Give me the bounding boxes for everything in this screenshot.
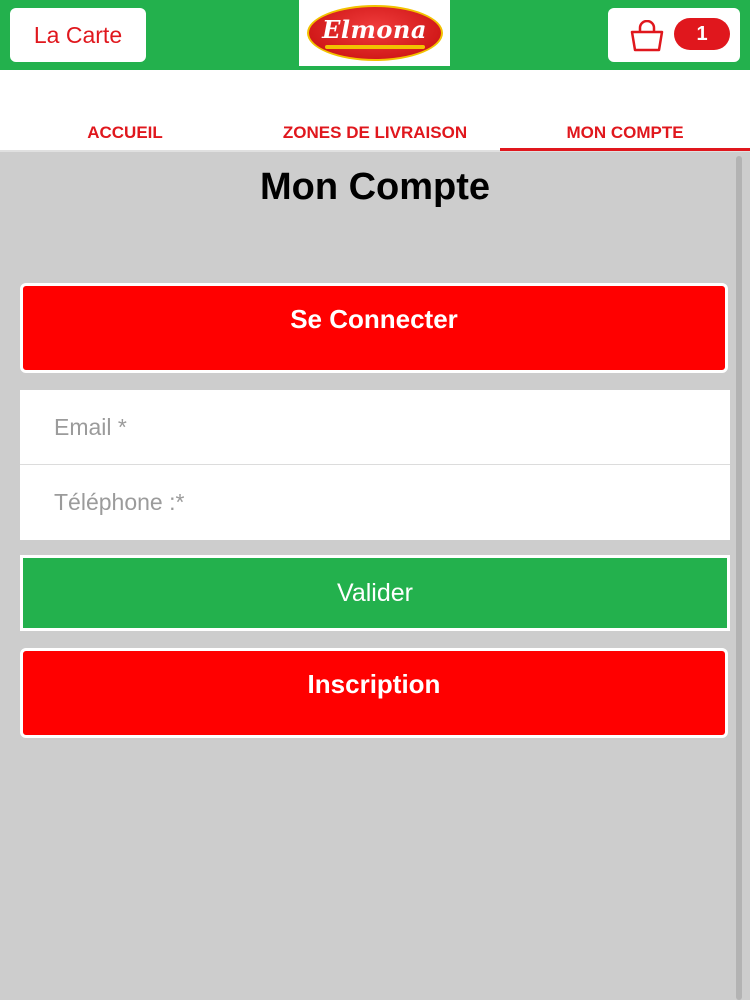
active-tab-indicator: [500, 148, 750, 151]
top-bar: La Carte Elmona 1: [0, 0, 750, 70]
email-field[interactable]: Email *: [20, 390, 730, 465]
connect-button[interactable]: Se Connecter: [20, 283, 728, 373]
page-title: Mon Compte: [259, 166, 491, 208]
cart-button[interactable]: 1: [608, 8, 740, 62]
logo-badge: Elmona: [306, 5, 443, 61]
tab-bar: ACCUEIL ZONES DE LIVRAISON MON COMPTE: [0, 70, 750, 152]
signup-button[interactable]: Inscription: [20, 648, 728, 738]
shopping-bag-icon: [630, 20, 664, 52]
phone-field[interactable]: Téléphone :*: [20, 465, 730, 539]
validate-button[interactable]: Valider: [20, 555, 730, 631]
scrollbar[interactable]: [736, 156, 742, 1000]
login-form: Email * Téléphone :*: [20, 390, 730, 540]
logo-text: Elmona: [322, 15, 427, 44]
logo-tagline-strip: [324, 45, 425, 49]
tab-mon-compte[interactable]: MON COMPTE: [500, 120, 750, 146]
tab-zones-livraison[interactable]: ZONES DE LIVRAISON: [250, 120, 500, 146]
logo[interactable]: Elmona: [299, 0, 450, 66]
tab-accueil[interactable]: ACCUEIL: [0, 120, 250, 146]
menu-button[interactable]: La Carte: [10, 8, 146, 62]
cart-count-badge: 1: [674, 18, 730, 50]
